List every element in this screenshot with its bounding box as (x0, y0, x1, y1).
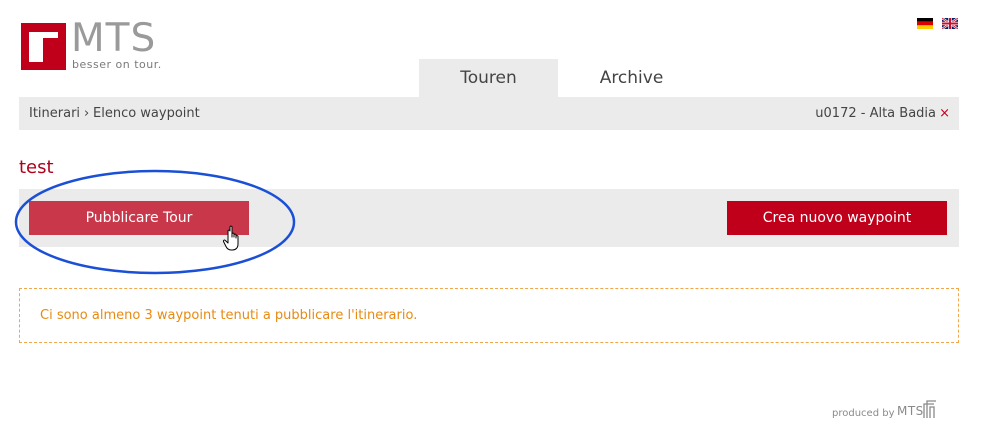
breadcrumb: Itinerari › Elenco waypoint u0172 - Alta… (19, 97, 959, 130)
footer-produced-by: produced by (832, 408, 895, 419)
breadcrumb-item-current: Elenco waypoint (93, 106, 200, 121)
flag-uk-icon[interactable] (942, 18, 958, 29)
mts-logo-mark-icon (21, 23, 66, 70)
close-station-icon[interactable]: × (939, 97, 950, 130)
flag-germany-icon[interactable] (917, 18, 933, 29)
mts-logo[interactable]: MTS besser on tour. (20, 16, 180, 72)
hand-cursor-icon (222, 225, 239, 251)
logo-wordmark: MTS (71, 16, 157, 61)
notice-text: Ci sono almeno 3 waypoint tenuti a pubbl… (40, 308, 418, 323)
breadcrumb-item-itinerari[interactable]: Itinerari (29, 97, 80, 130)
logo-tagline: besser on tour. (72, 58, 162, 71)
footer-logo-mark-icon (923, 400, 936, 418)
create-waypoint-button[interactable]: Crea nuovo waypoint (727, 201, 947, 235)
footer-logo-text: MTS (897, 404, 924, 418)
station-label: u0172 - Alta Badia (815, 106, 936, 121)
breadcrumb-separator: › (84, 106, 90, 121)
highlight-ellipse (14, 169, 296, 275)
notice-box: Ci sono almeno 3 waypoint tenuti a pubbl… (19, 288, 959, 343)
tab-archive[interactable]: Archive (562, 59, 701, 97)
footer-mts-logo[interactable]: MTS (897, 400, 937, 422)
tab-touren[interactable]: Touren (419, 59, 558, 97)
